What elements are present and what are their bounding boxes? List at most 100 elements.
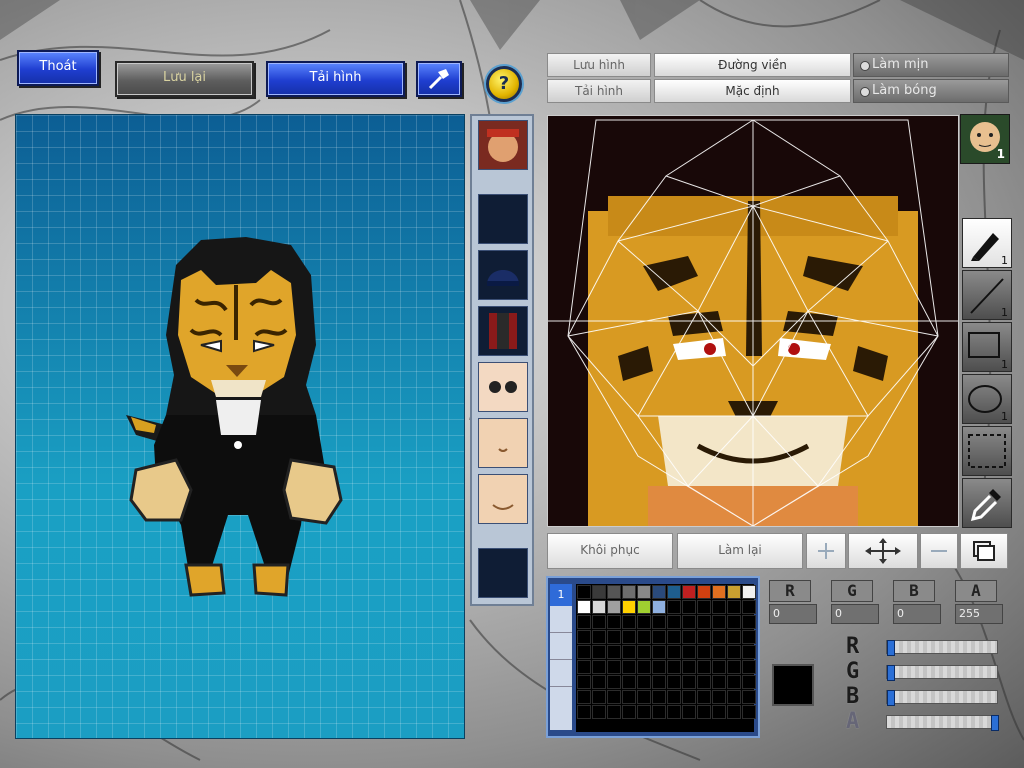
palette-swatch[interactable]: [637, 690, 651, 704]
part-slot-head[interactable]: [478, 120, 528, 170]
part-slot-armor[interactable]: [478, 306, 528, 356]
palette-swatch[interactable]: [592, 690, 606, 704]
palette-swatch[interactable]: [637, 630, 651, 644]
palette-swatch[interactable]: [697, 585, 711, 599]
palette-swatch[interactable]: [682, 645, 696, 659]
palette-swatch[interactable]: [727, 675, 741, 689]
palette-swatch[interactable]: [592, 615, 606, 629]
palette-swatch[interactable]: [742, 705, 756, 719]
palette-swatch[interactable]: [622, 600, 636, 614]
palette-swatch[interactable]: [712, 585, 726, 599]
palette-swatch[interactable]: [697, 690, 711, 704]
red-slider-knob[interactable]: [887, 640, 895, 656]
pencil-tool[interactable]: 1: [962, 218, 1012, 268]
palette-swatch[interactable]: [637, 675, 651, 689]
palette-swatch[interactable]: [697, 660, 711, 674]
load-image-tab[interactable]: Tải hình: [547, 79, 651, 103]
palette-swatch[interactable]: [667, 660, 681, 674]
alpha-slider[interactable]: [886, 715, 999, 731]
green-slider-knob[interactable]: [887, 665, 895, 681]
palette-swatch[interactable]: [667, 585, 681, 599]
alpha-value-field[interactable]: 255: [955, 604, 1003, 624]
layers-button[interactable]: [960, 533, 1008, 569]
face-preview-canvas[interactable]: [547, 115, 959, 527]
blue-value-field[interactable]: 0: [893, 604, 941, 624]
palette-layer-tab[interactable]: 1: [550, 584, 572, 606]
palette-swatch[interactable]: [727, 645, 741, 659]
palette-swatch[interactable]: [637, 705, 651, 719]
red-value-field[interactable]: 0: [769, 604, 817, 624]
palette-swatch[interactable]: [727, 600, 741, 614]
palette-swatch[interactable]: [682, 630, 696, 644]
palette-swatch[interactable]: [667, 645, 681, 659]
palette-swatch[interactable]: [607, 690, 621, 704]
blue-slider-knob[interactable]: [887, 690, 895, 706]
palette-swatch[interactable]: [727, 585, 741, 599]
palette-swatch[interactable]: [637, 585, 651, 599]
palette-swatch[interactable]: [697, 645, 711, 659]
palette-swatch[interactable]: [682, 660, 696, 674]
palette-swatch[interactable]: [577, 630, 591, 644]
palette-swatch[interactable]: [742, 690, 756, 704]
current-color-swatch[interactable]: [772, 664, 814, 706]
part-slot-helmet[interactable]: [478, 250, 528, 300]
palette-swatch[interactable]: [667, 675, 681, 689]
palette-swatch[interactable]: [622, 615, 636, 629]
palette-swatch[interactable]: [622, 645, 636, 659]
palette-swatch[interactable]: [682, 585, 696, 599]
palette-swatch[interactable]: [727, 630, 741, 644]
palette-swatch[interactable]: [697, 675, 711, 689]
palette-swatch[interactable]: [652, 690, 666, 704]
palette-swatch[interactable]: [682, 600, 696, 614]
palette-swatch[interactable]: [592, 675, 606, 689]
palette-swatch[interactable]: [742, 600, 756, 614]
part-slot-nose[interactable]: [478, 418, 528, 468]
palette-swatch[interactable]: [712, 600, 726, 614]
palette-swatch[interactable]: [592, 600, 606, 614]
palette-swatch[interactable]: [667, 705, 681, 719]
select-tool[interactable]: [962, 426, 1012, 476]
palette-swatch[interactable]: [697, 705, 711, 719]
palette-swatch[interactable]: [712, 675, 726, 689]
palette-swatch[interactable]: [622, 690, 636, 704]
move-button[interactable]: [848, 533, 918, 569]
palette-swatch[interactable]: [712, 690, 726, 704]
palette-swatch[interactable]: [622, 630, 636, 644]
ellipse-tool[interactable]: 1: [962, 374, 1012, 424]
palette-swatch[interactable]: [742, 645, 756, 659]
minus-button[interactable]: [920, 533, 958, 569]
palette-swatch[interactable]: [592, 705, 606, 719]
palette-swatch[interactable]: [592, 660, 606, 674]
line-tool[interactable]: 1: [962, 270, 1012, 320]
palette-swatch[interactable]: [652, 675, 666, 689]
palette-layer-tab-4[interactable]: [550, 660, 572, 687]
part-slot-empty-2[interactable]: [478, 548, 528, 598]
palette-swatch[interactable]: [697, 615, 711, 629]
reload-image-button[interactable]: Tải hình: [266, 61, 405, 97]
palette-swatch[interactable]: [652, 600, 666, 614]
palette-swatch[interactable]: [712, 645, 726, 659]
palette-swatch[interactable]: [667, 600, 681, 614]
character-canvas[interactable]: [15, 114, 465, 739]
palette-swatch[interactable]: [607, 630, 621, 644]
hammer-tool-button[interactable]: [416, 61, 462, 97]
palette-swatch[interactable]: [622, 660, 636, 674]
palette-swatch[interactable]: [607, 645, 621, 659]
green-value-field[interactable]: 0: [831, 604, 879, 624]
restore-button[interactable]: Khôi phục: [547, 533, 673, 569]
palette-swatch[interactable]: [592, 645, 606, 659]
palette-swatch[interactable]: [742, 585, 756, 599]
palette-swatch[interactable]: [652, 630, 666, 644]
palette-swatch[interactable]: [607, 615, 621, 629]
part-slot-eyes[interactable]: [478, 362, 528, 412]
eyedropper-tool[interactable]: [962, 478, 1012, 528]
palette-swatch[interactable]: [622, 675, 636, 689]
palette-swatch[interactable]: [697, 600, 711, 614]
palette-swatch[interactable]: [607, 585, 621, 599]
palette-swatch[interactable]: [742, 660, 756, 674]
palette-swatch[interactable]: [742, 675, 756, 689]
green-slider[interactable]: [886, 665, 998, 681]
palette-swatch[interactable]: [592, 630, 606, 644]
rectangle-tool[interactable]: 1: [962, 322, 1012, 372]
palette-swatch[interactable]: [712, 630, 726, 644]
